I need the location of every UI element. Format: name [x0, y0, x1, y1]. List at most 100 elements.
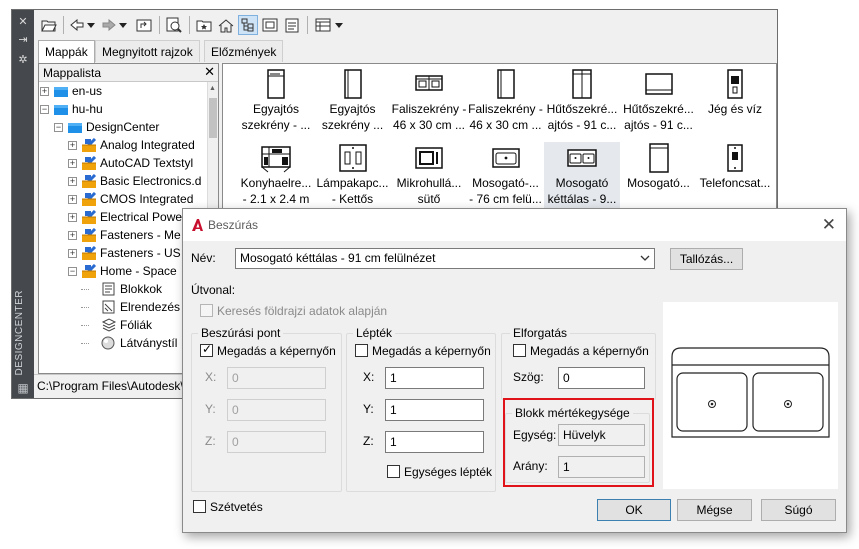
block-item[interactable]: Lámpakapc... - Kettős: [315, 142, 391, 212]
scale-onscreen-checkbox[interactable]: [355, 344, 368, 357]
insertion-z-field[interactable]: 0: [227, 431, 326, 453]
collapse-icon[interactable]: −: [54, 123, 63, 132]
tab-folders[interactable]: Mappák: [38, 40, 95, 63]
up-button[interactable]: [134, 15, 154, 35]
explode-checkbox[interactable]: [193, 500, 206, 513]
tree-node[interactable]: + Analog Integrated: [39, 136, 207, 154]
views-button[interactable]: [313, 15, 333, 35]
scale-x-field[interactable]: 1: [385, 367, 484, 389]
load-button[interactable]: [39, 15, 59, 35]
ok-button[interactable]: OK: [597, 499, 671, 521]
drawing-file-icon: [81, 210, 97, 224]
block-item[interactable]: Egyajtós szekrény - ...: [238, 68, 314, 138]
tree-node-label: Electrical Powe: [100, 210, 183, 224]
block-caption: Hűtőszekré... ajtós - 91 c...: [544, 101, 620, 133]
geo-checkbox[interactable]: [200, 304, 213, 317]
layers-icon: [101, 318, 117, 332]
expand-icon[interactable]: +: [68, 213, 77, 222]
forward-button[interactable]: [100, 15, 118, 35]
block-caption-line2: 46 x 30 cm ...: [392, 118, 466, 132]
browse-button[interactable]: Tallózás...: [670, 248, 743, 270]
block-item[interactable]: Telefoncsat...: [697, 142, 773, 212]
chevron-down-icon: [335, 22, 343, 28]
expand-icon[interactable]: +: [68, 177, 77, 186]
block-item[interactable]: Egyajtós szekrény ...: [315, 68, 391, 138]
block-caption: Egyajtós szekrény ...: [315, 101, 391, 133]
tree-node[interactable]: + CMOS Integrated: [39, 190, 207, 208]
tree-view-toggle[interactable]: [238, 15, 258, 35]
rotation-angle-field[interactable]: 0: [558, 367, 645, 389]
block-item[interactable]: Faliszekrény - 46 x 30 cm ...: [391, 68, 467, 138]
tree-node[interactable]: − DesignCenter: [39, 118, 207, 136]
favorites-button[interactable]: [194, 15, 214, 35]
tree-node[interactable]: − hu-hu: [39, 100, 207, 118]
block-item[interactable]: Hűtőszekré... ajtós - 91 c...: [544, 68, 620, 138]
grip-icon[interactable]: ▦: [16, 381, 30, 395]
block-caption: Telefoncsat...: [697, 175, 773, 191]
search-button[interactable]: [164, 15, 184, 35]
expand-icon[interactable]: +: [68, 249, 77, 258]
folder-icon: [54, 87, 68, 97]
back-button[interactable]: [68, 15, 86, 35]
drawing-file-icon: [81, 156, 97, 170]
toolbar: [34, 10, 777, 40]
tree-node[interactable]: + Basic Electronics.d: [39, 172, 207, 190]
block-item[interactable]: Konyhaelre... - 2.1 x 2.4 m: [238, 142, 314, 212]
block-item[interactable]: Jég és víz: [697, 68, 773, 138]
expand-icon[interactable]: +: [68, 195, 77, 204]
collapse-icon[interactable]: −: [68, 267, 77, 276]
block-caption: Konyhaelre... - 2.1 x 2.4 m: [238, 175, 314, 207]
block-item[interactable]: Mosogató-... - 76 cm felü...: [468, 142, 544, 212]
expand-icon[interactable]: +: [40, 87, 49, 96]
dialog-titlebar: Beszúrás ✕: [183, 209, 846, 241]
scroll-up-icon[interactable]: ▲: [209, 85, 216, 92]
cancel-button[interactable]: Mégse: [677, 499, 752, 521]
block-caption-line1: Faliszekrény -: [468, 102, 543, 116]
tree-node[interactable]: + en-us: [39, 82, 207, 100]
tree-connector: [81, 307, 89, 308]
forward-dropdown[interactable]: [118, 15, 128, 35]
description-icon: [285, 18, 299, 32]
block-caption: Jég és víz: [697, 101, 773, 117]
auto-hide-icon[interactable]: ⇥: [17, 34, 29, 46]
block-item[interactable]: Mosogató...: [621, 142, 697, 212]
insertion-x-field[interactable]: 0: [227, 367, 326, 389]
properties-icon[interactable]: ✲: [17, 54, 29, 66]
block-caption-line1: Konyhaelre...: [240, 176, 312, 190]
description-toggle[interactable]: [282, 15, 302, 35]
palette-title: DESIGNCENTER: [14, 290, 25, 376]
tree-node-label: Blokkok: [120, 282, 163, 296]
expand-icon[interactable]: +: [68, 231, 77, 240]
insertion-onscreen-checkbox[interactable]: ✓: [200, 342, 213, 357]
block-item[interactable]: Mosogató kéttálas - 9...: [544, 142, 620, 212]
close-icon[interactable]: ✕: [204, 65, 215, 79]
tree-node-label: Fasteners - Me: [100, 228, 181, 242]
block-item[interactable]: Hűtőszekré... ajtós - 91 c...: [621, 68, 697, 138]
back-dropdown[interactable]: [86, 15, 96, 35]
preview-toggle[interactable]: [260, 15, 280, 35]
open-folder-icon: [41, 20, 57, 32]
blocks-icon: [102, 282, 115, 296]
rotation-onscreen-checkbox[interactable]: [513, 344, 526, 357]
block-item[interactable]: Faliszekrény - 46 x 30 cm ...: [468, 68, 544, 138]
close-icon[interactable]: ✕: [822, 215, 836, 235]
block-item[interactable]: Mikrohullá... sütő: [391, 142, 467, 212]
expand-icon[interactable]: +: [68, 141, 77, 150]
expand-icon[interactable]: +: [68, 159, 77, 168]
block-name-combo[interactable]: Mosogató kéttálas - 91 cm felülnézet: [235, 248, 655, 269]
scale-y-field[interactable]: 1: [385, 399, 484, 421]
collapse-icon[interactable]: −: [40, 105, 49, 114]
views-dropdown[interactable]: [334, 15, 344, 35]
tab-history[interactable]: Előzmények: [204, 40, 284, 62]
help-button[interactable]: Súgó: [761, 499, 836, 521]
home-button[interactable]: [216, 15, 236, 35]
scale-z-field[interactable]: 1: [385, 431, 484, 453]
insertion-x-label: X:: [205, 370, 217, 384]
uniform-scale-checkbox[interactable]: [387, 465, 400, 478]
scroll-thumb[interactable]: [209, 98, 217, 138]
insertion-y-field[interactable]: 0: [227, 399, 326, 421]
close-icon[interactable]: ✕: [17, 16, 29, 28]
tab-open-drawings[interactable]: Megnyitott rajzok: [95, 40, 200, 62]
path-label: Útvonal:: [191, 283, 236, 297]
tree-node[interactable]: + AutoCAD Textstyl: [39, 154, 207, 172]
